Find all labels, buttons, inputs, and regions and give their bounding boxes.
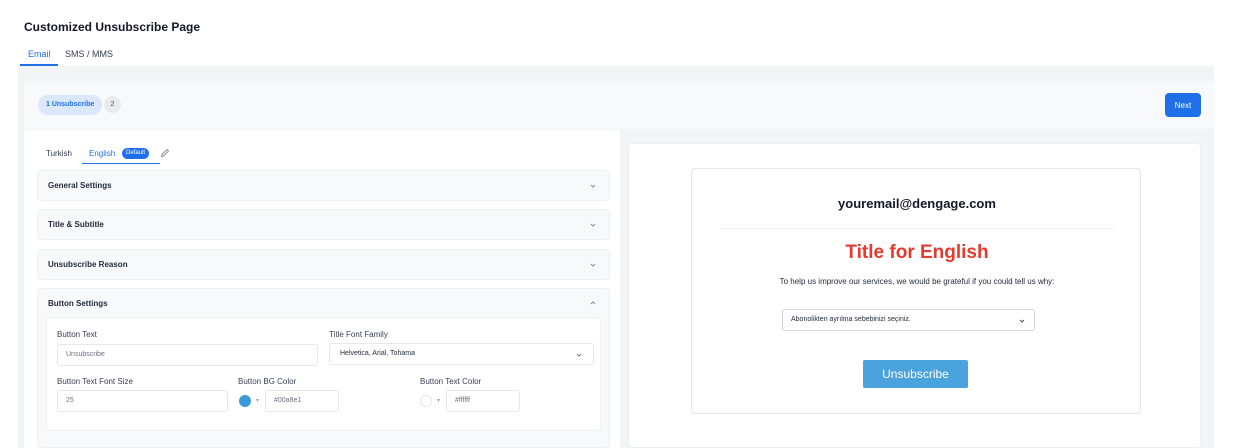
- preview-title: Title for English: [845, 242, 989, 263]
- preview-divider: [720, 228, 1114, 229]
- preview-reason-select[interactable]: Abonolikten ayrılma sebebinizi seçiniz.: [782, 309, 1035, 331]
- text-color-label: Button Text Color: [420, 377, 482, 386]
- chevron-down-icon: [1019, 319, 1025, 323]
- unsubscribe-preview: youremail@dengage.com Title for English …: [691, 168, 1141, 414]
- chevron-down-icon[interactable]: ▾: [256, 397, 259, 404]
- step-1-unsubscribe[interactable]: 1 Unsubscribe: [38, 95, 103, 115]
- chevron-down-icon: [576, 353, 582, 357]
- reason-select-value: Abonolikten ayrılma sebebinizi seçiniz.: [791, 316, 911, 323]
- chevron-down-icon[interactable]: ▾: [437, 397, 440, 404]
- font-family-select[interactable]: Helvetica, Arial, Tohama: [329, 343, 594, 365]
- unsubscribe-reason-accordion[interactable]: Unsubscribe Reason: [37, 249, 610, 280]
- text-color-input[interactable]: #ffffff: [446, 390, 520, 412]
- button-settings-form: Button Text Unsubscribe Title Font Famil…: [46, 317, 601, 431]
- pencil-icon[interactable]: [159, 147, 171, 159]
- title-subtitle-accordion[interactable]: Title & Subtitle: [37, 209, 610, 240]
- preview-panel: youremail@dengage.com Title for English …: [628, 143, 1201, 448]
- next-button[interactable]: Next: [1165, 93, 1201, 117]
- tab-turkish[interactable]: Turkish: [46, 149, 72, 158]
- preview-subtitle: To help us improve our services, we woul…: [779, 277, 1055, 286]
- accordion-title: Title & Subtitle: [48, 220, 104, 229]
- bg-color-input[interactable]: #00a8e1: [265, 390, 339, 412]
- page-title: Customized Unsubscribe Page: [24, 20, 201, 34]
- preview-email: youremail@dengage.com: [838, 196, 996, 211]
- accordion-title: Unsubscribe Reason: [48, 260, 128, 269]
- tab-english[interactable]: English: [89, 149, 115, 158]
- active-language-indicator: [82, 163, 160, 164]
- general-settings-accordion[interactable]: General Settings: [37, 170, 610, 201]
- chevron-down-icon: [590, 223, 596, 227]
- bg-color-swatch[interactable]: [239, 395, 251, 407]
- button-text-input[interactable]: Unsubscribe: [57, 344, 318, 366]
- font-family-label: Title Font Family: [329, 330, 388, 339]
- chevron-up-icon[interactable]: [589, 299, 597, 307]
- button-settings-accordion: Button Settings Button Text Unsubscribe …: [37, 288, 610, 448]
- font-size-label: Button Text Font Size: [57, 377, 133, 386]
- stepper-bar: 1 Unsubscribe 2 Next: [24, 81, 1214, 129]
- button-text-label: Button Text: [57, 330, 97, 339]
- preview-unsubscribe-button[interactable]: Unsubscribe: [863, 360, 968, 388]
- settings-panel: Turkish English Default General Settings…: [24, 130, 620, 448]
- chevron-down-icon: [590, 184, 596, 188]
- font-size-input[interactable]: 25: [57, 390, 228, 412]
- accordion-title: General Settings: [48, 181, 112, 190]
- font-family-value: Helvetica, Arial, Tohama: [340, 350, 415, 357]
- text-color-swatch[interactable]: [420, 395, 432, 407]
- tab-sms-mms[interactable]: SMS / MMS: [65, 49, 113, 59]
- accordion-title[interactable]: Button Settings: [48, 299, 108, 308]
- step-2[interactable]: 2: [104, 96, 121, 113]
- chevron-down-icon: [590, 263, 596, 267]
- bg-color-label: Button BG Color: [238, 377, 297, 386]
- tab-email[interactable]: Email: [28, 49, 51, 59]
- default-badge: Default: [122, 148, 150, 159]
- channel-tabs: Email SMS / MMS: [18, 44, 1214, 67]
